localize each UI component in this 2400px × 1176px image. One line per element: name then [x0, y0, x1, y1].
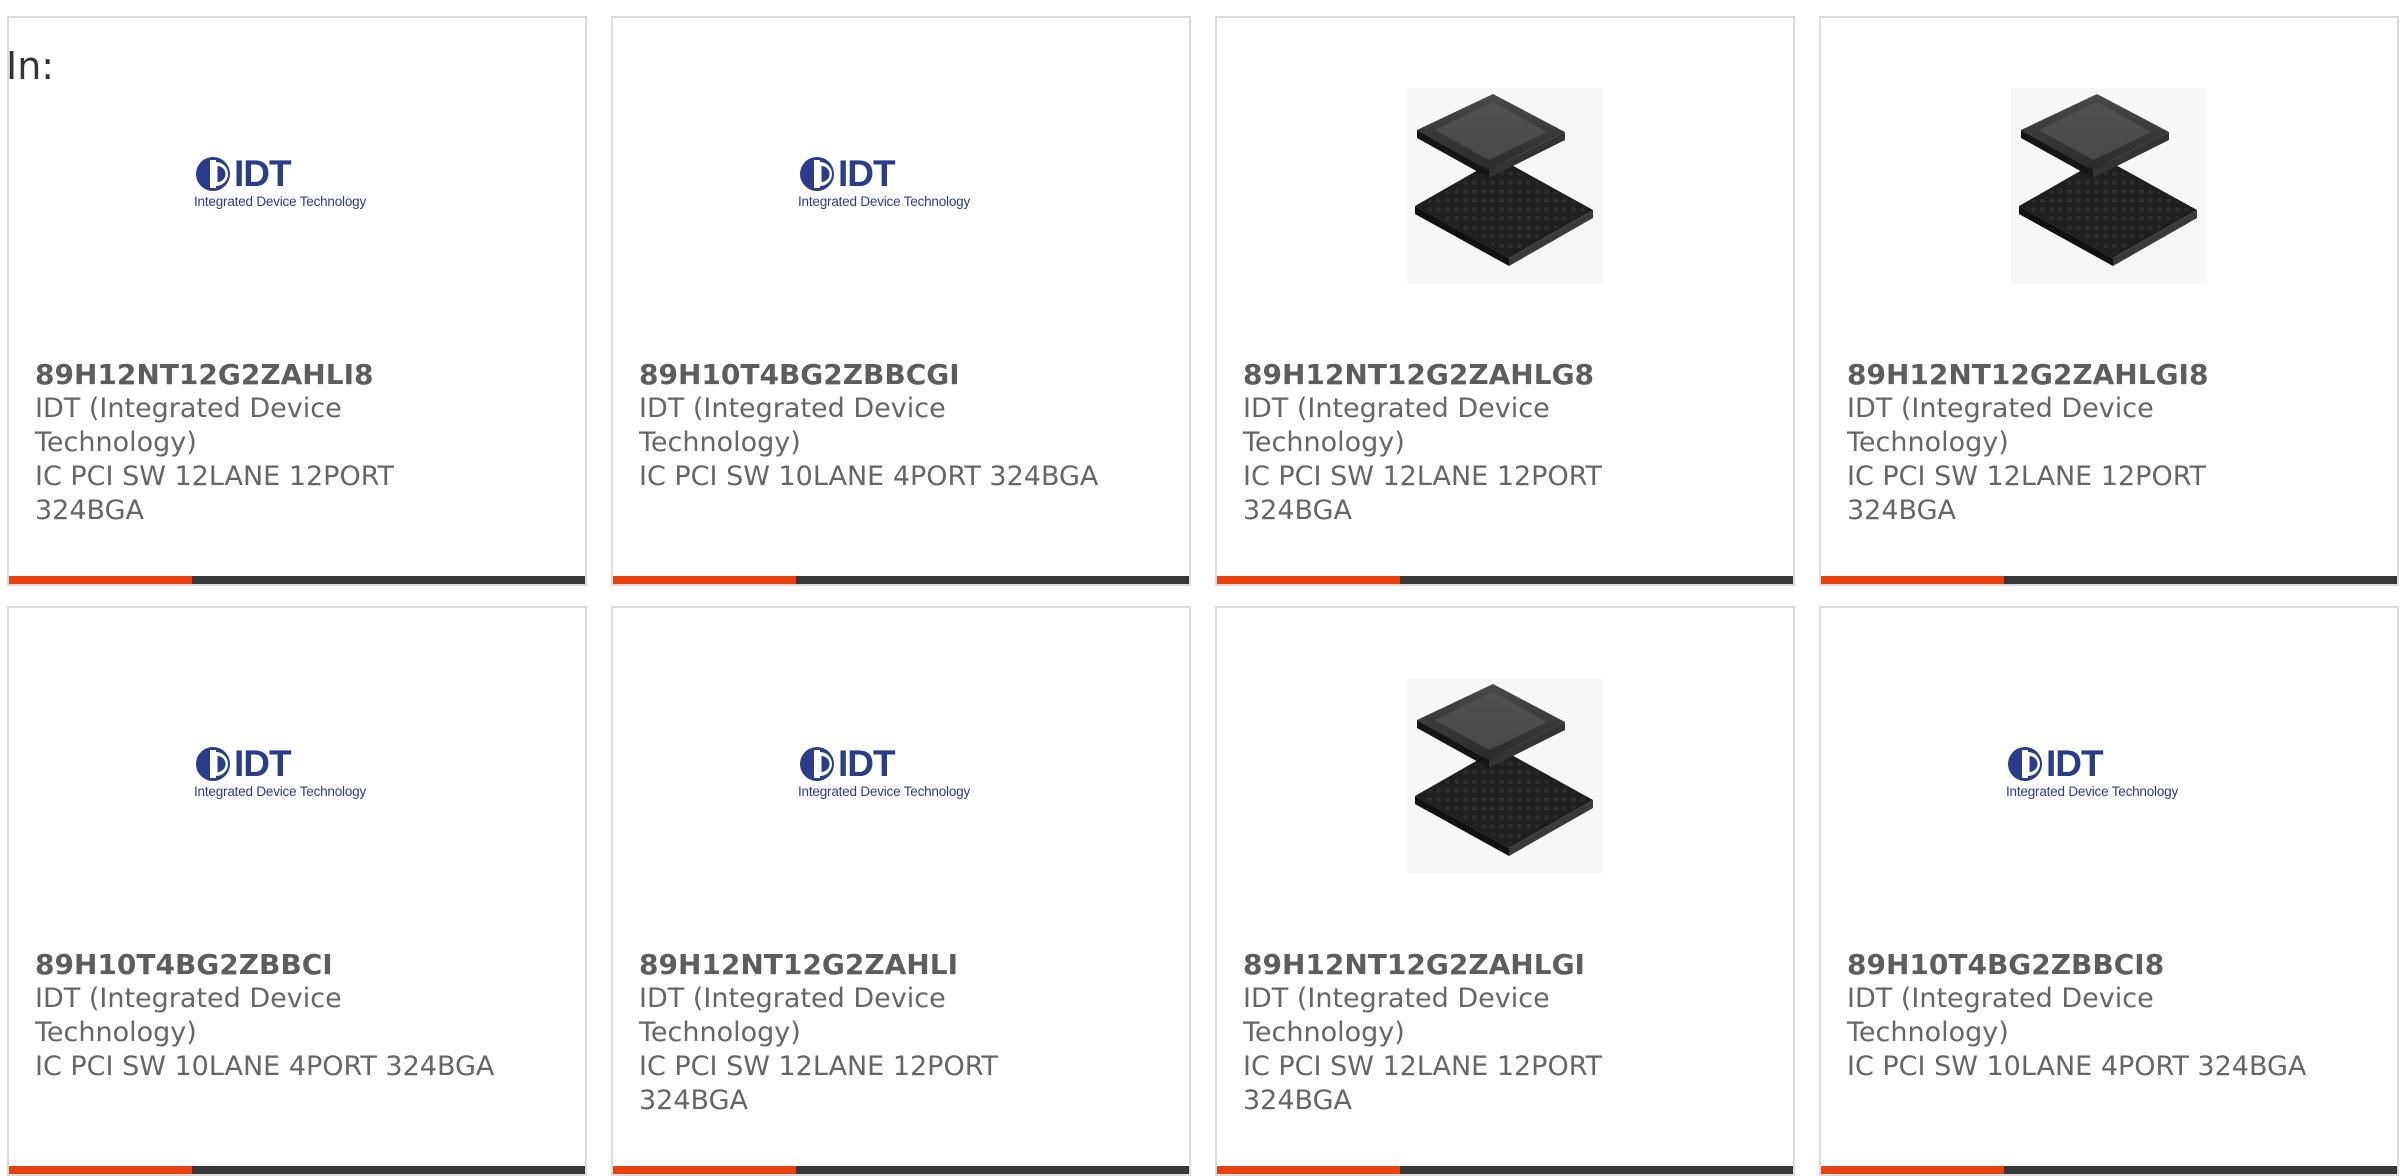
card-bar-accent — [1217, 576, 1400, 584]
part-number[interactable]: 89H10T4BG2ZBBCGI — [639, 358, 1099, 392]
part-number[interactable]: 89H12NT12G2ZAHLI — [639, 948, 1099, 982]
logo-subtitle: Integrated Device Technology — [194, 784, 367, 799]
idt-logo: IDT Integrated Device Technology — [798, 743, 1004, 806]
manufacturer: IDT (Integrated Device Technology) — [1847, 393, 2154, 458]
product-description: IC PCI SW 10LANE 4PORT 324BGA — [35, 1051, 495, 1082]
card-bar — [1217, 576, 1793, 584]
part-number[interactable]: 89H10T4BG2ZBBCI8 — [1847, 948, 2307, 982]
logo-word: IDT — [838, 153, 896, 194]
logo-subtitle: Integrated Device Technology — [2006, 784, 2179, 799]
product-description: IC PCI SW 12LANE 12PORT 324BGA — [639, 1051, 999, 1116]
idt-logo-icon — [800, 747, 834, 781]
idt-logo-icon — [800, 157, 834, 191]
manufacturer: IDT (Integrated Device Technology) — [1243, 983, 1550, 1048]
product-card[interactable]: IDT Integrated Device Technology 89H12NT… — [7, 16, 587, 586]
manufacturer: IDT (Integrated Device Technology) — [1847, 983, 2154, 1048]
product-description: IC PCI SW 12LANE 12PORT 324BGA — [1847, 461, 2207, 526]
product-card[interactable]: IDT Integrated Device Technology 89H12NT… — [611, 606, 1191, 1176]
part-number[interactable]: 89H12NT12G2ZAHLGI — [1243, 948, 1703, 982]
product-description: IC PCI SW 12LANE 12PORT 324BGA — [1243, 1051, 1603, 1116]
manufacturer: IDT (Integrated Device Technology) — [1243, 393, 1550, 458]
logo-word: IDT — [838, 743, 896, 784]
idt-logo-icon — [196, 157, 230, 191]
logo-word: IDT — [234, 743, 292, 784]
card-bar — [9, 576, 585, 584]
idt-logo: IDT Integrated Device Technology — [2006, 743, 2212, 806]
card-bar — [1217, 1166, 1793, 1174]
manufacturer: IDT (Integrated Device Technology) — [639, 393, 946, 458]
product-image[interactable]: IDT Integrated Device Technology — [1821, 674, 2397, 878]
card-bar-accent — [1821, 576, 2004, 584]
card-bar-accent — [1821, 1166, 2004, 1174]
product-card[interactable]: IDT Integrated Device Technology 89H10T4… — [1819, 606, 2399, 1176]
part-number[interactable]: 89H12NT12G2ZAHLI8 — [35, 358, 495, 392]
filter-label: In: — [6, 44, 55, 88]
card-bar-accent — [613, 576, 796, 584]
idt-logo: IDT Integrated Device Technology — [798, 153, 1004, 216]
logo-word: IDT — [2046, 743, 2104, 784]
logo-subtitle: Integrated Device Technology — [194, 194, 367, 209]
product-card[interactable]: 89H12NT12G2ZAHLGI IDT (Integrated Device… — [1215, 606, 1795, 1176]
card-bar — [9, 1166, 585, 1174]
logo-subtitle: Integrated Device Technology — [798, 194, 971, 209]
product-card[interactable]: IDT Integrated Device Technology 89H10T4… — [7, 606, 587, 1176]
product-description: IC PCI SW 12LANE 12PORT 324BGA — [1243, 461, 1603, 526]
product-description: IC PCI SW 10LANE 4PORT 324BGA — [1847, 1051, 2307, 1082]
card-bar-accent — [1217, 1166, 1400, 1174]
product-image[interactable]: IDT Integrated Device Technology — [9, 674, 585, 878]
manufacturer: IDT (Integrated Device Technology) — [35, 983, 342, 1048]
bga-chip-icon — [1407, 678, 1603, 874]
card-bar — [1821, 1166, 2397, 1174]
card-bar — [613, 1166, 1189, 1174]
part-number[interactable]: 89H12NT12G2ZAHLGI8 — [1847, 358, 2307, 392]
product-image[interactable]: IDT Integrated Device Technology — [613, 674, 1189, 878]
idt-logo-icon — [2008, 747, 2042, 781]
manufacturer: IDT (Integrated Device Technology) — [639, 983, 946, 1048]
product-image[interactable]: IDT Integrated Device Technology — [613, 84, 1189, 288]
card-bar-accent — [9, 576, 192, 584]
idt-logo: IDT Integrated Device Technology — [194, 153, 400, 216]
product-image[interactable]: IDT Integrated Device Technology — [9, 84, 585, 288]
part-number[interactable]: 89H12NT12G2ZAHLG8 — [1243, 358, 1703, 392]
product-description: IC PCI SW 10LANE 4PORT 324BGA — [639, 461, 1099, 492]
product-image[interactable] — [1821, 84, 2397, 288]
product-card[interactable]: 89H12NT12G2ZAHLGI8 IDT (Integrated Devic… — [1819, 16, 2399, 586]
bga-chip-icon — [1407, 88, 1603, 284]
product-card[interactable]: 89H12NT12G2ZAHLG8 IDT (Integrated Device… — [1215, 16, 1795, 586]
card-bar — [613, 576, 1189, 584]
product-grid: IDT Integrated Device Technology 89H12NT… — [7, 16, 2400, 1176]
product-image[interactable] — [1217, 674, 1793, 878]
product-description: IC PCI SW 12LANE 12PORT 324BGA — [35, 461, 395, 526]
product-image[interactable] — [1217, 84, 1793, 288]
card-bar — [1821, 576, 2397, 584]
part-number[interactable]: 89H10T4BG2ZBBCI — [35, 948, 495, 982]
idt-logo: IDT Integrated Device Technology — [194, 743, 400, 806]
bga-chip-icon — [2011, 88, 2207, 284]
card-bar-accent — [9, 1166, 192, 1174]
manufacturer: IDT (Integrated Device Technology) — [35, 393, 342, 458]
product-card[interactable]: IDT Integrated Device Technology 89H10T4… — [611, 16, 1191, 586]
logo-subtitle: Integrated Device Technology — [798, 784, 971, 799]
logo-word: IDT — [234, 153, 292, 194]
card-bar-accent — [613, 1166, 796, 1174]
idt-logo-icon — [196, 747, 230, 781]
